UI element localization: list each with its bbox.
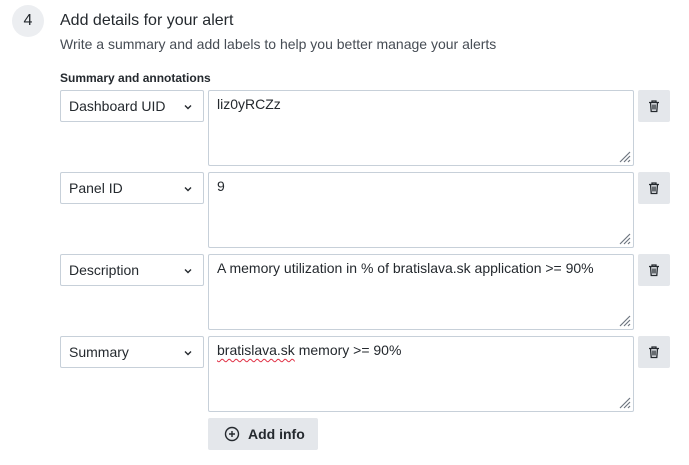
annotation-row: Summary bratislava.sk memory >= 90%	[0, 336, 689, 412]
step-subtitle: Write a summary and add labels to help y…	[60, 36, 497, 52]
resize-grip-icon[interactable]	[617, 231, 631, 245]
resize-grip-icon[interactable]	[617, 313, 631, 327]
annotation-key-select[interactable]: Dashboard UID	[60, 90, 204, 122]
spellcheck-flagged-word: bratislava.sk	[217, 342, 295, 358]
annotation-key-value: Panel ID	[69, 180, 123, 196]
alert-details-step: 4 Add details for your alert Write a sum…	[0, 0, 689, 465]
trash-icon	[649, 264, 659, 277]
annotation-value-textarea[interactable]: bratislava.sk memory >= 90%	[208, 336, 634, 412]
trash-icon	[649, 100, 659, 113]
annotation-row: Description A memory utilization in % of…	[0, 254, 689, 330]
step-number: 4	[23, 12, 33, 29]
annotation-value-textarea[interactable]: liz0yRCZz	[208, 90, 634, 166]
resize-grip-icon[interactable]	[617, 395, 631, 409]
delete-annotation-button[interactable]	[638, 254, 670, 286]
annotation-value-text: memory >= 90%	[294, 342, 402, 358]
annotations-section-label: Summary and annotations	[60, 71, 211, 85]
delete-annotation-button[interactable]	[638, 172, 670, 204]
annotation-value-text: 9	[217, 178, 225, 194]
plus-circle-icon	[224, 426, 240, 442]
resize-grip-icon[interactable]	[617, 149, 631, 163]
trash-icon	[649, 182, 659, 195]
add-info-button[interactable]: Add info	[208, 418, 318, 450]
chevron-down-icon	[184, 269, 192, 274]
chevron-down-icon	[184, 351, 192, 356]
trash-icon	[649, 346, 659, 359]
annotation-key-value: Dashboard UID	[69, 98, 166, 114]
annotation-row: Panel ID 9	[0, 172, 689, 248]
chevron-down-icon	[184, 187, 192, 192]
annotation-key-select[interactable]: Description	[60, 254, 204, 286]
step-number-badge: 4	[12, 5, 44, 37]
annotation-key-value: Summary	[69, 344, 129, 360]
annotation-value-text: A memory utilization in % of bratislava.…	[217, 260, 594, 276]
annotation-row: Dashboard UID liz0yRCZz	[0, 90, 689, 166]
annotation-key-select[interactable]: Summary	[60, 336, 204, 368]
annotation-value-text: liz0yRCZz	[217, 96, 281, 112]
delete-annotation-button[interactable]	[638, 336, 670, 368]
annotation-value-textarea[interactable]: A memory utilization in % of bratislava.…	[208, 254, 634, 330]
add-info-label: Add info	[248, 426, 305, 442]
chevron-down-icon	[184, 105, 192, 110]
annotation-value-textarea[interactable]: 9	[208, 172, 634, 248]
delete-annotation-button[interactable]	[638, 90, 670, 122]
annotation-key-select[interactable]: Panel ID	[60, 172, 204, 204]
step-title: Add details for your alert	[60, 12, 234, 29]
annotation-key-value: Description	[69, 262, 140, 278]
